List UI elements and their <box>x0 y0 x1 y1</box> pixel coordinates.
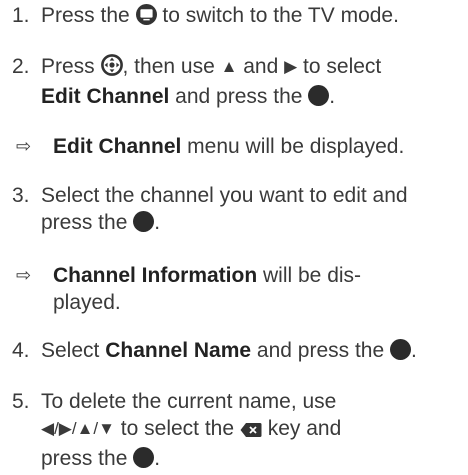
ok-button-icon <box>390 339 411 367</box>
dpad-icon <box>100 54 123 83</box>
ok-button-icon <box>133 211 155 239</box>
up-arrow-icon: ▲ <box>220 57 238 76</box>
result-arrow-icon: ⇨ <box>16 136 32 156</box>
step-number: 2. <box>12 55 30 78</box>
result-text-line: played. <box>53 291 121 314</box>
step-text-part: to select the <box>114 417 240 440</box>
step-text: Press the to switch to the TV mode. <box>41 2 466 32</box>
delete-key-icon <box>240 418 262 445</box>
step-text-line: Select the channel you want to edit and <box>41 184 408 207</box>
menu-name: Edit Channel <box>41 85 170 108</box>
result-text: Edit Channel menu will be displayed. <box>53 133 466 160</box>
step-text-part: and <box>237 55 285 78</box>
step-text-part: . <box>411 339 417 362</box>
step-text-part: to switch to the TV mode. <box>156 4 399 27</box>
menu-name: Edit Channel <box>53 135 182 158</box>
step-number: 3. <box>12 184 30 207</box>
step-text-part: , then use <box>122 55 221 78</box>
menu-name: Channel Information <box>53 264 258 287</box>
result-arrow-icon: ⇨ <box>16 265 32 285</box>
step-text-part: and press the <box>251 339 390 362</box>
step-text-part: Select <box>41 339 106 362</box>
step-text: To delete the current name, use ◀/▶/▲/▼ … <box>41 388 466 475</box>
menu-name: Channel Name <box>105 339 252 362</box>
step-text-part: . <box>329 85 336 108</box>
right-arrow-icon: ▶ <box>284 57 298 76</box>
direction-arrows-icon: ◀/▶/▲/▼ <box>41 419 115 438</box>
tv-source-icon <box>135 4 157 32</box>
step-number: 5. <box>12 390 30 413</box>
step-text-line: To delete the current name, use <box>41 390 337 413</box>
step-text-part: key and <box>261 417 342 440</box>
step-text: Select the channel you want to edit and … <box>41 182 466 239</box>
step-text-part: press the <box>41 211 134 234</box>
step-text-part: Press <box>41 55 101 78</box>
result-text-part: will be dis- <box>257 264 362 287</box>
step-text-part: . <box>154 447 161 470</box>
step-text-part: to select <box>297 55 382 78</box>
step-number: 4. <box>12 339 30 362</box>
ok-button-icon <box>133 447 155 475</box>
instruction-document: 1. Press the to switch to the TV mode. 2… <box>0 0 468 470</box>
ok-button-icon <box>308 85 330 113</box>
step-text-part: press the <box>41 447 134 470</box>
result-text: Channel Information will be dis- played. <box>53 262 466 316</box>
step-number: 1. <box>12 4 30 27</box>
step-text: Press , then use ▲ and ▶ to select Edit … <box>41 53 466 113</box>
result-text-part: menu will be displayed. <box>181 135 405 158</box>
step-text-part: . <box>154 211 161 234</box>
step-text: Select Channel Name and press the . <box>41 337 466 367</box>
step-text-part: Press the <box>41 4 136 27</box>
step-text-part: and press the <box>169 85 309 108</box>
